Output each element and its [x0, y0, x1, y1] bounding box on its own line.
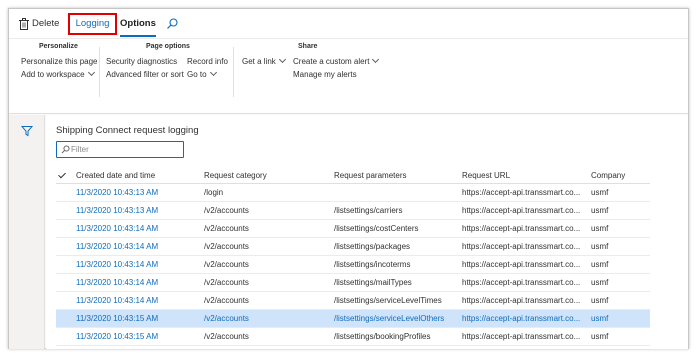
grid-header: Created date and time Request category R…: [56, 167, 650, 184]
cell-request-url: https://accept-api.transsmart.co...: [462, 332, 581, 341]
cell-request-category: /v2/accounts: [204, 296, 249, 305]
cell-request-category: /v2/accounts: [204, 260, 249, 269]
action-pane-tabs: Delete Logging Options: [9, 9, 688, 39]
security-diagnostics-button[interactable]: Security diagnostics: [106, 57, 177, 66]
cell-request-category: /v2/accounts: [204, 206, 249, 215]
table-row[interactable]: 11/3/2020 10:43:13 AM/v2/accounts/listse…: [56, 202, 650, 220]
cell-created-date[interactable]: 11/3/2020 10:43:13 AM: [76, 202, 202, 220]
add-to-workspace-button[interactable]: Add to workspace: [21, 68, 95, 79]
filter-input[interactable]: [71, 143, 181, 156]
column-header-company[interactable]: Company: [591, 167, 649, 184]
cell-request-url: https://accept-api.transsmart.co...: [462, 224, 581, 233]
cell-request-url: https://accept-api.transsmart.co...: [462, 188, 581, 197]
chevron-down-icon: [87, 68, 95, 77]
cell-company: usmf: [591, 224, 609, 233]
get-a-link-label: Get a link: [242, 57, 276, 66]
cell-created-date[interactable]: 11/3/2020 10:43:14 AM: [76, 238, 202, 256]
personalize-this-page-button[interactable]: Personalize this page: [21, 57, 98, 66]
cell-created-date[interactable]: 11/3/2020 10:43:14 AM: [76, 292, 202, 310]
cell-company: usmf: [591, 278, 609, 287]
cell-request-parameters: /listsettings/packages: [334, 242, 411, 251]
cell-created-date[interactable]: 11/3/2020 10:43:13 AM: [76, 184, 202, 202]
table-row[interactable]: 11/3/2020 10:43:14 AM/v2/accounts/listse…: [56, 220, 650, 238]
cell-request-parameters: /listsettings/carriers: [334, 206, 403, 215]
cell-request-url: https://accept-api.transsmart.co...: [462, 206, 581, 215]
go-to-button[interactable]: Go to: [187, 68, 217, 79]
table-row[interactable]: 11/3/2020 10:43:14 AM/v2/accounts/listse…: [56, 274, 650, 292]
table-row[interactable]: 11/3/2020 10:43:14 AM/v2/accounts/listse…: [56, 292, 650, 310]
page-title: Shipping Connect request logging: [56, 125, 199, 136]
main-content: Shipping Connect request logging Created…: [46, 115, 688, 349]
chevron-down-icon: [278, 55, 286, 64]
tab-logging[interactable]: Logging: [68, 13, 117, 35]
cell-created-date[interactable]: 11/3/2020 10:43:14 AM: [76, 274, 202, 292]
cell-request-parameters: /listsettings/costCenters: [334, 224, 419, 233]
column-header-parameters[interactable]: Request parameters: [334, 167, 462, 184]
advanced-filter-button[interactable]: Advanced filter or sort: [106, 70, 184, 79]
cell-request-parameters: /listsettings/serviceLevelOthers: [334, 314, 445, 323]
app-window: Delete Logging Options Personalize Perso…: [8, 8, 689, 349]
table-row[interactable]: 11/3/2020 10:43:15 AM/v2/accounts/listse…: [56, 328, 650, 346]
manage-my-alerts-button[interactable]: Manage my alerts: [293, 70, 357, 79]
cell-request-url: https://accept-api.transsmart.co...: [462, 278, 581, 287]
divider: [233, 47, 234, 97]
trash-icon[interactable]: [19, 18, 29, 30]
filter-funnel-icon[interactable]: [21, 125, 33, 137]
cell-company: usmf: [591, 296, 609, 305]
table-row[interactable]: 11/3/2020 10:43:14 AM/v2/accounts/listse…: [56, 256, 650, 274]
go-to-label: Go to: [187, 70, 207, 79]
cell-request-category: /v2/accounts: [204, 332, 249, 341]
get-a-link-button[interactable]: Get a link: [242, 55, 286, 66]
group-title-share: Share: [298, 43, 318, 50]
cell-request-category: /login: [204, 188, 224, 197]
cell-request-category: /v2/accounts: [204, 278, 249, 287]
cell-created-date[interactable]: 11/3/2020 10:43:14 AM: [76, 220, 202, 238]
search-icon: [61, 145, 70, 154]
cell-company: usmf: [591, 206, 609, 215]
cell-company: usmf: [591, 332, 609, 341]
column-header-category[interactable]: Request category: [204, 167, 330, 184]
cell-request-url: https://accept-api.transsmart.co...: [462, 260, 581, 269]
cell-created-date[interactable]: 11/3/2020 10:43:15 AM: [76, 310, 202, 328]
cell-company: usmf: [591, 314, 609, 323]
tab-options[interactable]: Options: [120, 9, 156, 39]
grid-body: 11/3/2020 10:43:13 AM/login https://accep…: [56, 184, 650, 346]
cell-request-parameters: /listsettings/serviceLevelTimes: [334, 296, 442, 305]
column-header-url[interactable]: Request URL: [462, 167, 590, 184]
table-row[interactable]: 11/3/2020 10:43:14 AM/v2/accounts/listse…: [56, 238, 650, 256]
cell-request-url: https://accept-api.transsmart.co...: [462, 242, 581, 251]
chevron-down-icon: [209, 68, 217, 77]
cell-request-category: /v2/accounts: [204, 242, 249, 251]
divider: [99, 47, 100, 97]
filter-field[interactable]: [56, 141, 184, 158]
cell-request-parameters: /listsettings/incoterms: [334, 260, 411, 269]
cell-request-category: /v2/accounts: [204, 314, 249, 323]
filter-pane: [9, 115, 45, 349]
cell-request-parameters: /listsettings/bookingProfiles: [334, 332, 431, 341]
request-log-grid: Created date and time Request category R…: [56, 167, 650, 346]
group-title-personalize: Personalize: [39, 43, 78, 50]
cell-company: usmf: [591, 242, 609, 251]
column-header-created[interactable]: Created date and time: [76, 167, 202, 184]
cell-created-date[interactable]: 11/3/2020 10:43:14 AM: [76, 256, 202, 274]
cell-company: usmf: [591, 188, 609, 197]
create-custom-alert-label: Create a custom alert: [293, 57, 370, 66]
add-to-workspace-label: Add to workspace: [21, 70, 85, 79]
cell-request-url: https://accept-api.transsmart.co...: [462, 296, 581, 305]
table-row[interactable]: 11/3/2020 10:43:13 AM/login https://accep…: [56, 184, 650, 202]
cell-request-url: https://accept-api.transsmart.co...: [462, 314, 581, 323]
group-title-page-options: Page options: [146, 43, 190, 50]
record-info-button[interactable]: Record info: [187, 57, 228, 66]
checkmark-icon[interactable]: [58, 170, 66, 179]
ribbon: Personalize Personalize this page Add to…: [9, 39, 688, 114]
cell-company: usmf: [591, 260, 609, 269]
cell-request-parameters: /listsettings/mailTypes: [334, 278, 412, 287]
delete-button[interactable]: Delete: [32, 9, 59, 39]
chevron-down-icon: [372, 55, 380, 64]
search-icon[interactable]: [165, 17, 179, 31]
create-custom-alert-button[interactable]: Create a custom alert: [293, 55, 380, 66]
cell-created-date[interactable]: 11/3/2020 10:43:15 AM: [76, 328, 202, 346]
cell-request-category: /v2/accounts: [204, 224, 249, 233]
table-row[interactable]: 11/3/2020 10:43:15 AM/v2/accounts/listse…: [56, 310, 650, 328]
